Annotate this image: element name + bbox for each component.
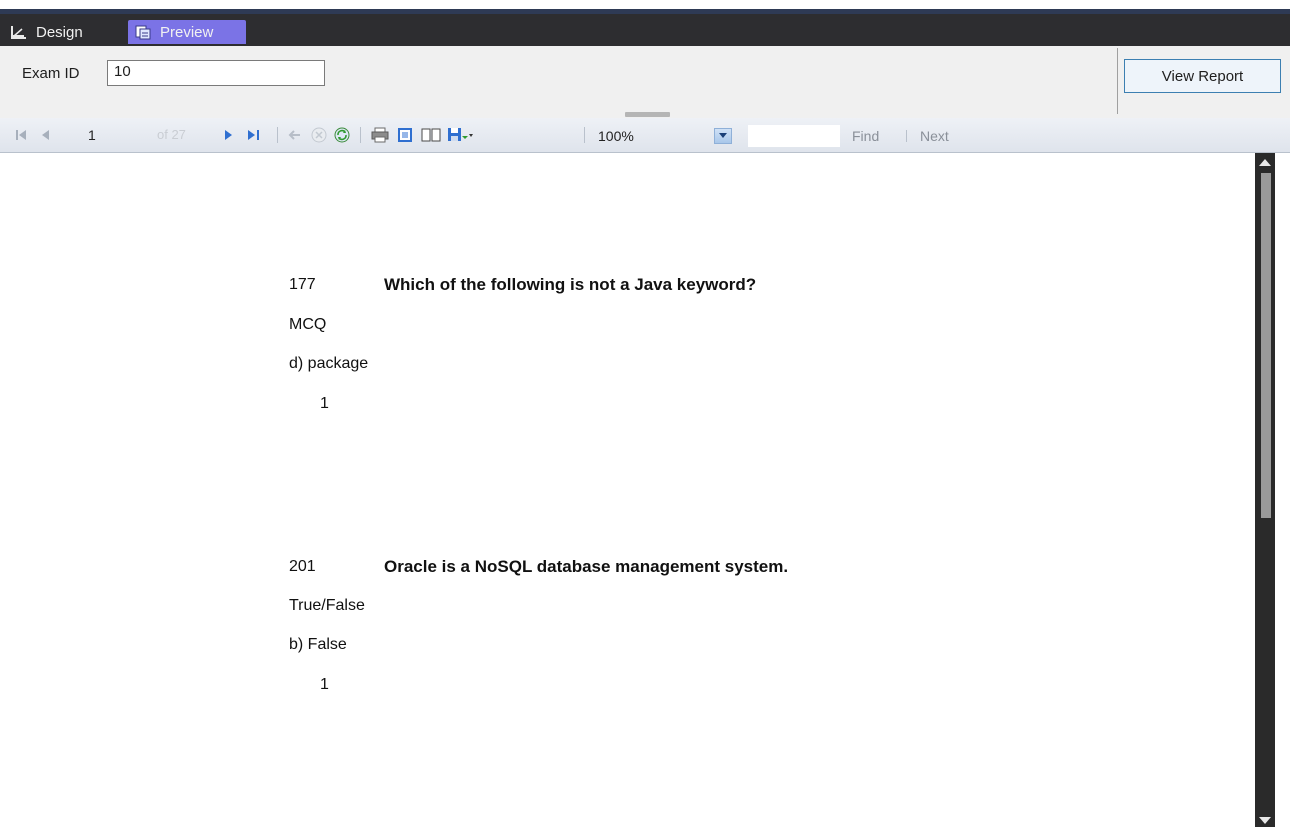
back-to-parent-icon[interactable] xyxy=(286,126,302,144)
find-text-input[interactable] xyxy=(748,125,840,147)
toolbar-separator xyxy=(360,127,361,143)
find-next-link[interactable]: Next xyxy=(920,125,949,147)
question-text: Oracle is a NoSQL database management sy… xyxy=(384,557,789,576)
tab-preview[interactable]: Preview xyxy=(128,20,246,44)
parameters-divider xyxy=(1117,48,1118,114)
page-count-label: of 27 xyxy=(157,127,186,142)
scroll-down-arrow-icon[interactable] xyxy=(1259,817,1271,824)
exam-id-input[interactable]: 10 xyxy=(107,60,325,86)
design-icon xyxy=(10,24,28,40)
previous-page-icon[interactable] xyxy=(38,126,52,144)
chevron-down-icon[interactable] xyxy=(714,128,732,144)
preview-icon xyxy=(134,24,152,40)
report-toolbar: 1 of 27 100% Find Next xyxy=(0,118,1290,153)
find-link[interactable]: Find xyxy=(852,125,879,147)
parameters-collapse-grip[interactable] xyxy=(625,112,670,117)
vertical-scrollbar[interactable] xyxy=(1255,153,1275,827)
report-parameters-panel: Exam ID 10 View Report xyxy=(0,46,1290,119)
designer-tab-bar: Design Preview xyxy=(0,14,1290,46)
toolbar-separator xyxy=(584,127,585,143)
find-separator xyxy=(906,130,907,142)
view-report-button[interactable]: View Report xyxy=(1124,59,1281,93)
last-page-icon[interactable] xyxy=(246,126,262,144)
question-answer: d) package xyxy=(289,355,369,372)
current-page-input[interactable]: 1 xyxy=(88,125,148,145)
question-number: 201 xyxy=(289,558,316,575)
question-marks: 1 xyxy=(320,676,329,693)
question-answer: b) False xyxy=(289,636,347,653)
question-number: 177 xyxy=(289,276,316,293)
question-text: Which of the following is not a Java key… xyxy=(384,275,757,294)
first-page-icon[interactable] xyxy=(14,126,28,144)
question-type: MCQ xyxy=(289,316,327,333)
toolbar-separator xyxy=(277,127,278,143)
tab-design-label: Design xyxy=(36,23,83,41)
right-margin xyxy=(1275,153,1290,827)
tab-design[interactable]: Design xyxy=(4,20,122,44)
exam-id-label: Exam ID xyxy=(22,65,80,82)
question-type: True/False xyxy=(289,597,365,614)
tab-preview-label: Preview xyxy=(160,23,214,41)
scroll-thumb[interactable] xyxy=(1261,173,1271,518)
stop-icon[interactable] xyxy=(310,126,328,144)
scroll-up-arrow-icon[interactable] xyxy=(1259,159,1271,166)
print-icon[interactable] xyxy=(370,126,390,144)
export-icon[interactable] xyxy=(446,126,474,144)
page-setup-icon[interactable] xyxy=(420,126,442,144)
print-layout-icon[interactable] xyxy=(395,126,415,144)
window-top-edge xyxy=(0,0,1290,14)
report-viewer: 177 Which of the following is not a Java… xyxy=(0,153,1255,827)
next-page-icon[interactable] xyxy=(222,126,236,144)
question-marks: 1 xyxy=(320,395,329,412)
refresh-icon[interactable] xyxy=(333,126,351,144)
